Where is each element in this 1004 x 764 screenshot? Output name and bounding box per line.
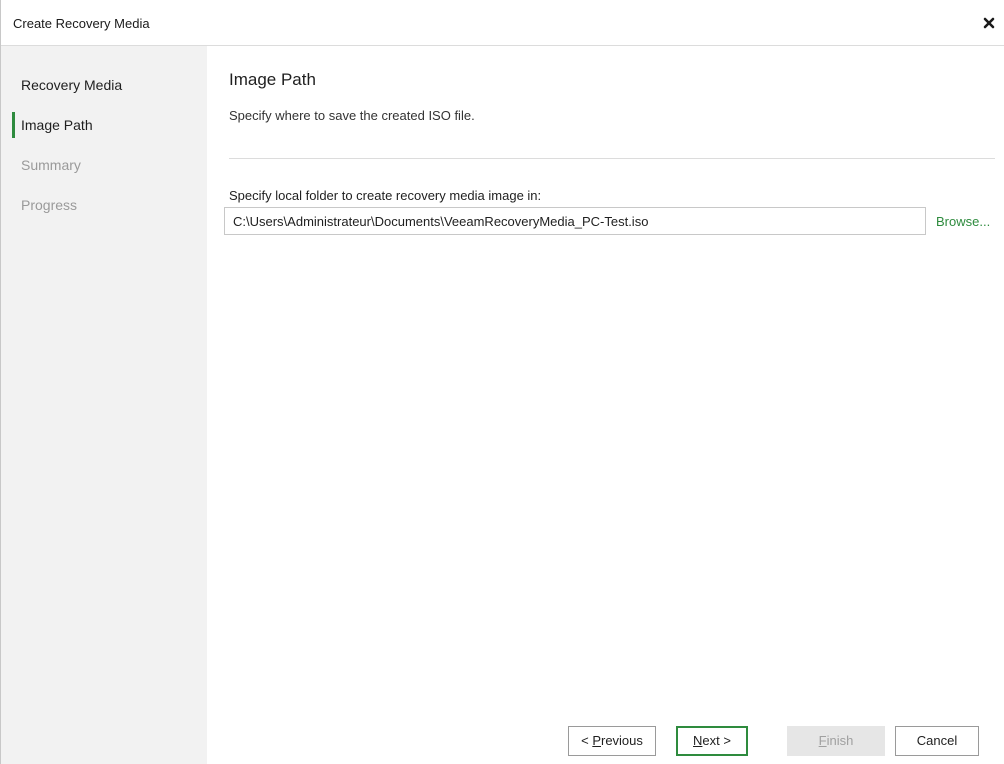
cancel-button[interactable]: Cancel	[895, 726, 979, 756]
title-bar: Create Recovery Media	[1, 0, 1004, 46]
sidebar-item-summary: Summary	[21, 157, 81, 173]
wizard-content: Image Path Specify where to save the cre…	[207, 46, 1004, 764]
sidebar-item-progress: Progress	[21, 197, 78, 213]
wizard-steps-sidebar: Recovery Media Image Path Summary Progre…	[1, 46, 207, 764]
previous-label-rest: revious	[600, 733, 643, 748]
finish-button: Finish	[787, 726, 885, 756]
header-divider	[229, 158, 995, 159]
create-recovery-media-dialog: Create Recovery Media Recovery Media Ima…	[0, 0, 1004, 764]
previous-button[interactable]: < Previous	[568, 726, 656, 756]
finish-label-rest: inish	[826, 733, 854, 748]
page-title: Image Path	[229, 70, 316, 89]
active-step-indicator	[12, 112, 15, 138]
page-subtitle: Specify where to save the created ISO fi…	[229, 108, 475, 123]
image-path-input[interactable]	[224, 207, 926, 235]
sidebar-item-recovery-media[interactable]: Recovery Media	[21, 77, 122, 93]
next-mnemonic: N	[693, 733, 703, 748]
previous-prefix: <	[581, 733, 593, 748]
window-title: Create Recovery Media	[13, 16, 150, 31]
next-button[interactable]: Next >	[676, 726, 748, 756]
previous-mnemonic: P	[592, 733, 601, 748]
close-button[interactable]	[978, 12, 1000, 34]
next-label-rest: ext >	[702, 733, 731, 748]
close-icon	[983, 17, 995, 29]
finish-mnemonic: F	[818, 733, 827, 748]
browse-link[interactable]: Browse...	[936, 214, 990, 229]
image-path-label: Specify local folder to create recovery …	[229, 188, 542, 203]
sidebar-item-image-path[interactable]: Image Path	[21, 117, 93, 133]
